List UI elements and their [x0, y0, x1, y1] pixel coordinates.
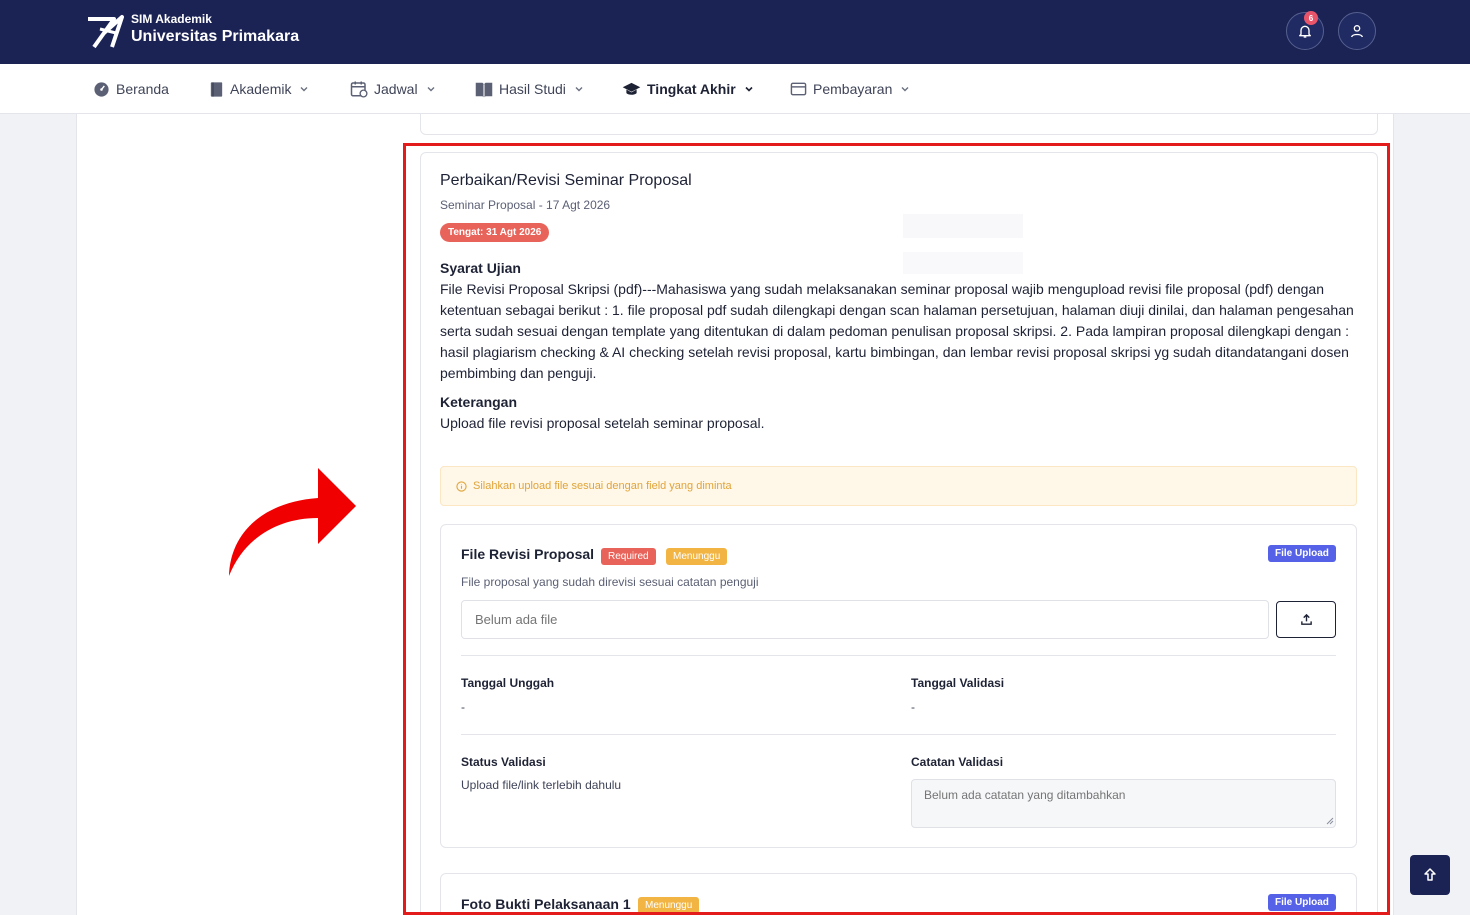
chevron-down-icon: [300, 87, 308, 92]
open-book-icon: [475, 82, 493, 98]
main-nav: Beranda Akademik Jadwal Hasil Studi Ting…: [0, 64, 1470, 114]
nav-item-hasil-studi[interactable]: Hasil Studi: [475, 64, 584, 114]
user-icon: [1351, 25, 1363, 38]
previous-card-bottom: [420, 114, 1378, 135]
nav-item-jadwal[interactable]: Jadwal: [350, 64, 436, 114]
nav-label: Beranda: [116, 81, 169, 97]
info-circle-icon: [456, 480, 467, 492]
type-tag: File Upload: [1268, 894, 1336, 911]
tanggal-validasi-label: Tanggal Validasi: [911, 676, 1005, 690]
notification-count-badge: 6: [1304, 11, 1318, 25]
wallet-icon: [790, 82, 807, 96]
tanggal-unggah-label: Tanggal Unggah: [461, 676, 555, 690]
nav-label: Pembayaran: [813, 81, 893, 97]
nav-label: Tingkat Akhir: [647, 81, 736, 97]
calendar-icon: [350, 81, 368, 98]
field-title: File Revisi Proposal: [461, 546, 595, 562]
resize-handle-icon[interactable]: [1326, 817, 1334, 825]
chevron-down-icon: [745, 86, 753, 92]
university-name: Universitas Primakara: [131, 28, 300, 45]
faded-overlay: [903, 214, 1023, 238]
upload-icon: [1300, 613, 1312, 625]
field-title: Foto Bukti Pelaksanaan 1: [461, 896, 631, 912]
tanggal-unggah-value: -: [461, 700, 465, 714]
card-subtitle: Seminar Proposal - 17 Agt 2026: [440, 198, 611, 212]
deadline-badge: Tengat: 31 Agt 2026: [440, 223, 550, 242]
app-name: SIM Akademik: [131, 12, 212, 26]
status-tag: Menunggu: [638, 897, 700, 914]
chevron-down-icon: [427, 87, 435, 92]
status-tag: Menunggu: [666, 548, 728, 565]
tanggal-validasi-value: -: [911, 700, 915, 714]
nav-item-akademik[interactable]: Akademik: [209, 64, 309, 114]
nav-item-tingkat-akhir[interactable]: Tingkat Akhir: [622, 64, 754, 114]
dashboard-icon: [94, 81, 109, 97]
top-header: SIM Akademik Universitas Primakara 6: [0, 0, 1470, 64]
chevron-down-icon: [901, 87, 909, 92]
catatan-validasi-label: Catatan Validasi: [911, 755, 1004, 769]
scroll-to-top-button[interactable]: [1410, 855, 1450, 895]
upload-button[interactable]: [1276, 601, 1336, 638]
nav-label: Akademik: [230, 81, 292, 97]
syarat-text: File Revisi Proposal Skripsi (pdf)---Mah…: [440, 281, 1354, 381]
info-alert: Silahkan upload file sesuai dengan field…: [440, 466, 1357, 506]
required-tag: Required: [601, 548, 656, 565]
university-logo-icon[interactable]: [86, 11, 124, 51]
bell-icon: [1299, 25, 1311, 38]
field-description: File proposal yang sudah direvisi sesuai…: [461, 575, 759, 589]
graduation-cap-icon: [622, 82, 641, 95]
nav-label: Hasil Studi: [499, 81, 566, 97]
file-input[interactable]: [461, 600, 1269, 639]
nav-item-beranda[interactable]: Beranda: [93, 64, 169, 114]
divider: [461, 655, 1336, 656]
book-icon: [210, 81, 223, 97]
chevron-down-icon: [575, 87, 583, 92]
keterangan-text: Upload file revisi proposal setelah semi…: [440, 415, 765, 431]
profile-button[interactable]: [1338, 12, 1376, 50]
faded-overlay: [903, 252, 1023, 274]
catatan-validasi-textarea[interactable]: [911, 779, 1336, 828]
keterangan-heading: Keterangan: [440, 394, 518, 410]
notification-button[interactable]: 6: [1286, 11, 1324, 50]
syarat-heading: Syarat Ujian: [440, 260, 521, 276]
type-tag: File Upload: [1268, 545, 1336, 562]
divider: [461, 734, 1336, 735]
card-title: Perbaikan/Revisi Seminar Proposal: [440, 172, 692, 189]
alert-text: Silahkan upload file sesuai dengan field…: [473, 480, 732, 492]
status-validasi-value: Upload file/link terlebih dahulu: [461, 778, 622, 792]
arrow-up-icon: [1424, 868, 1436, 881]
status-validasi-label: Status Validasi: [461, 755, 546, 769]
nav-item-pembayaran[interactable]: Pembayaran: [790, 64, 910, 114]
nav-label: Jadwal: [374, 81, 418, 97]
red-curved-arrow-icon: [229, 468, 356, 576]
